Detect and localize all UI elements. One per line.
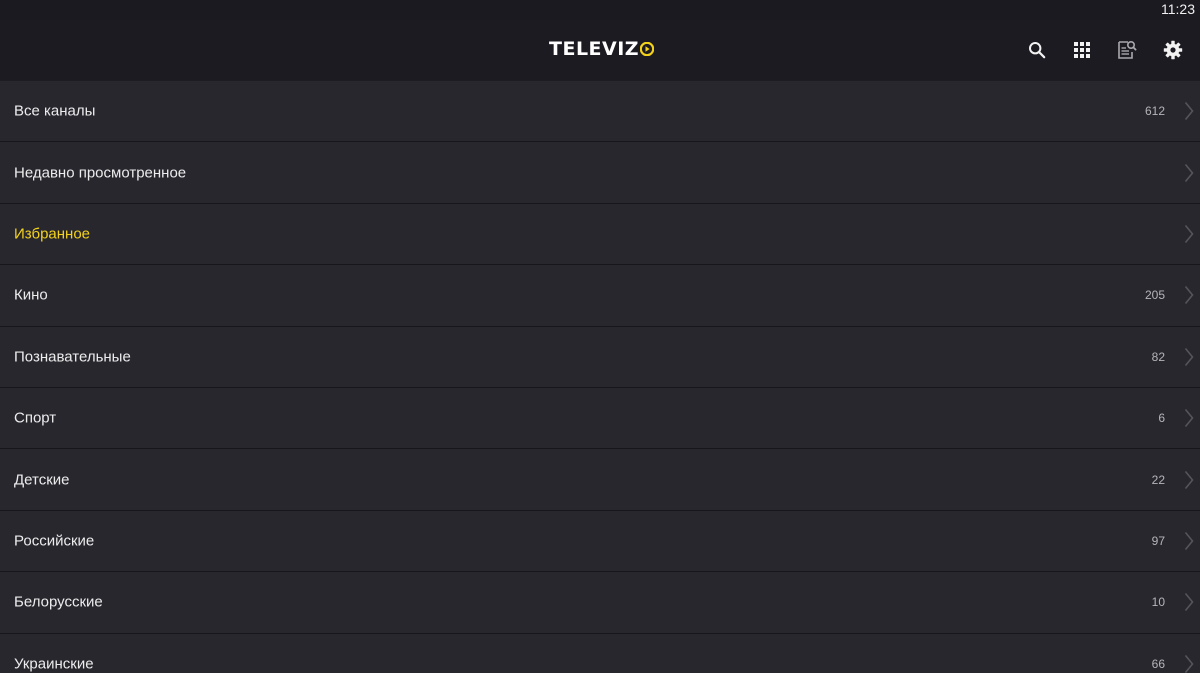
chevron-right-icon (1184, 163, 1194, 182)
category-row[interactable]: Познавательные 82 (0, 326, 1200, 388)
category-label: Избранное (14, 225, 91, 243)
app-logo: TELEVIZ (549, 37, 655, 61)
status-bar: 11:23 (0, 0, 1200, 20)
chevron-right-icon (1184, 593, 1194, 612)
app-header: TELEVIZ (0, 20, 1200, 80)
chevron-right-icon (1184, 654, 1194, 673)
channel-count: 82 (1151, 349, 1165, 364)
category-row[interactable]: Белорусские 10 (0, 572, 1200, 634)
chevron-right-icon (1184, 224, 1194, 243)
channel-count: 22 (1151, 472, 1165, 487)
channel-count: 66 (1151, 656, 1165, 671)
logo-text: TELEVIZ (549, 38, 640, 60)
chevron-right-icon (1184, 409, 1194, 428)
category-label: Белорусские (14, 593, 103, 611)
category-list: Все каналы 612 Недавно просмотренное Избран… (0, 81, 1200, 673)
category-label: Спорт (14, 409, 57, 427)
chevron-right-icon (1184, 470, 1194, 489)
category-label: Все каналы (14, 102, 96, 120)
category-row[interactable]: Все каналы 612 (0, 81, 1200, 143)
channel-count: 205 (1144, 288, 1165, 303)
category-label: Украинские (14, 655, 94, 673)
category-row[interactable]: Российские 97 (0, 510, 1200, 573)
channel-count: 612 (1144, 104, 1165, 119)
search-icon[interactable] (1026, 39, 1048, 61)
logo-play-icon (639, 41, 655, 57)
chevron-right-icon (1184, 531, 1194, 550)
status-time: 11:23 (1161, 1, 1195, 17)
channel-count: 97 (1151, 533, 1165, 548)
grid-icon[interactable] (1071, 39, 1093, 61)
epg-search-icon[interactable] (1116, 39, 1138, 61)
channel-count: 10 (1151, 595, 1165, 610)
chevron-right-icon (1184, 347, 1194, 366)
category-label: Кино (14, 286, 48, 304)
category-row[interactable]: Спорт 6 (0, 387, 1200, 450)
category-row[interactable]: Детские 22 (0, 449, 1200, 511)
category-label: Недавно просмотренное (14, 164, 187, 182)
category-label: Детские (14, 471, 70, 489)
category-row[interactable]: Украинские 66 (0, 633, 1200, 673)
category-row[interactable]: Недавно просмотренное (0, 142, 1200, 204)
chevron-right-icon (1184, 102, 1194, 121)
gear-icon[interactable] (1162, 39, 1184, 61)
category-row[interactable]: Кино 205 (0, 265, 1200, 327)
category-label: Познавательные (14, 348, 131, 366)
chevron-right-icon (1184, 286, 1194, 305)
category-label: Российские (14, 532, 95, 550)
channel-count: 6 (1158, 411, 1165, 426)
category-row[interactable]: Избранное (0, 203, 1200, 266)
